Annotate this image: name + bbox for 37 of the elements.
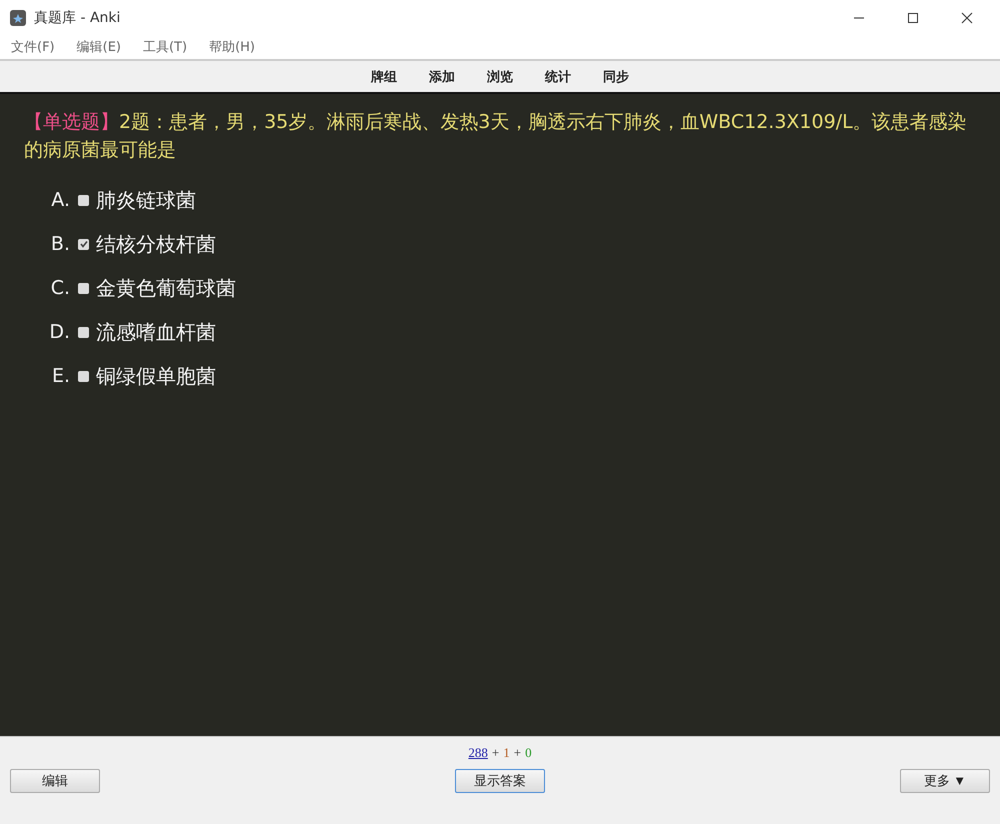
menu-item[interactable]: 帮助(H) bbox=[209, 38, 255, 56]
plus-sign: + bbox=[492, 745, 500, 762]
plus-sign: + bbox=[514, 745, 522, 762]
toolbar-link[interactable]: 添加 bbox=[429, 68, 455, 86]
checkbox[interactable] bbox=[78, 370, 89, 382]
count: 0 bbox=[525, 745, 532, 762]
option-letter: B. bbox=[50, 233, 70, 255]
toolbar-link[interactable]: 浏览 bbox=[487, 68, 513, 86]
app-icon bbox=[10, 10, 26, 26]
toolbar-link[interactable]: 统计 bbox=[545, 68, 571, 86]
toolbar-link[interactable]: 牌组 bbox=[371, 68, 397, 86]
toolbar-link[interactable]: 同步 bbox=[603, 68, 629, 86]
more-button[interactable]: 更多 ▼ bbox=[900, 769, 990, 793]
option-letter: C. bbox=[50, 277, 70, 299]
maximize-icon[interactable] bbox=[907, 12, 919, 24]
close-icon[interactable] bbox=[961, 12, 973, 24]
checkbox[interactable] bbox=[78, 282, 89, 294]
show-answer-button[interactable]: 显示答案 bbox=[455, 769, 545, 793]
option-text: 铜绿假单胞菌 bbox=[96, 362, 216, 390]
option-text: 肺炎链球菌 bbox=[96, 186, 196, 214]
menu-item[interactable]: 文件(F) bbox=[11, 38, 55, 56]
question-text: 【单选题】2题：患者，男，35岁。淋雨后寒战、发热3天，胸透示右下肺炎，血WBC12.3X109/L。该患者感染的病原菌最可能是 bbox=[24, 110, 968, 163]
window-title: 真题库 - Anki bbox=[34, 8, 120, 26]
option-letter: D. bbox=[48, 321, 70, 343]
menu-item[interactable]: 编辑(E) bbox=[76, 38, 121, 56]
edit-button[interactable]: 编辑 bbox=[10, 769, 100, 793]
option-letter: E. bbox=[50, 365, 70, 387]
checkbox[interactable] bbox=[78, 238, 89, 250]
checkbox[interactable] bbox=[78, 326, 89, 338]
option-text: 流感嗜血杆菌 bbox=[96, 318, 216, 346]
option-text: 结核分枝杆菌 bbox=[96, 230, 216, 258]
count: 1 bbox=[503, 745, 510, 762]
option-letter: A. bbox=[50, 189, 70, 211]
menu-item[interactable]: 工具(T) bbox=[142, 38, 188, 56]
option-text: 金黄色葡萄球菌 bbox=[96, 274, 236, 302]
new-count-link[interactable]: 288 bbox=[468, 745, 488, 763]
checkbox[interactable] bbox=[78, 194, 89, 206]
